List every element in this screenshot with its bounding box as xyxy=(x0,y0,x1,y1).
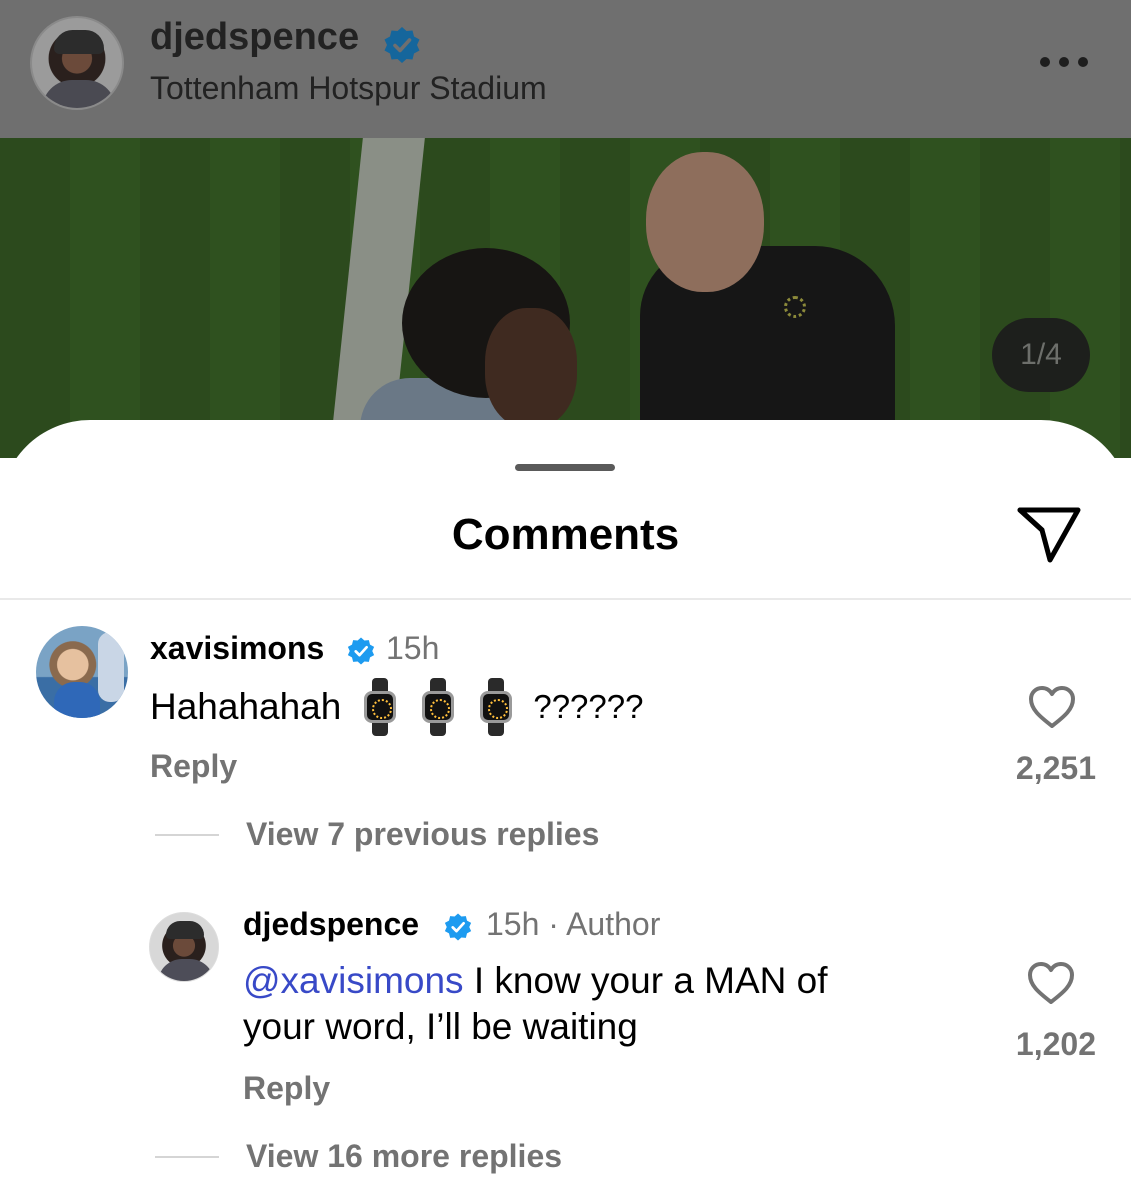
verified-badge-icon xyxy=(444,913,472,941)
watch-emoji xyxy=(479,678,513,736)
avatar-background-person xyxy=(98,632,124,702)
share-icon[interactable] xyxy=(1014,502,1084,566)
like-heart-icon[interactable] xyxy=(1027,684,1077,730)
verified-badge-icon xyxy=(384,27,420,63)
comment-text: Hahahahah ?????? xyxy=(150,678,644,736)
player-face xyxy=(485,308,577,428)
avatar-shirt xyxy=(42,80,116,108)
comment-timestamp: 15h · Author xyxy=(486,906,661,942)
comment-text-main: Hahahahah xyxy=(150,686,342,727)
like-heart-icon[interactable] xyxy=(1026,960,1076,1006)
avatar-body xyxy=(54,682,100,718)
comment-timestamp: 15h xyxy=(386,630,440,666)
more-options-icon[interactable] xyxy=(1040,52,1100,72)
post-photo[interactable]: 1/4 xyxy=(0,138,1131,458)
view-more-replies[interactable]: View 16 more replies xyxy=(246,1138,562,1175)
comments-sheet: Comments xavisimons 15h Hahahahah ??????… xyxy=(0,420,1131,1200)
comment-username[interactable]: djedspence xyxy=(243,906,419,943)
like-count: 1,202 xyxy=(1015,1026,1096,1062)
thread-line xyxy=(155,834,219,836)
sheet-drag-handle[interactable] xyxy=(515,464,615,471)
sheet-title: Comments xyxy=(451,510,680,559)
view-previous-replies[interactable]: View 7 previous replies xyxy=(246,816,599,853)
verified-badge-icon xyxy=(347,637,375,665)
thread-line xyxy=(155,1156,219,1158)
post-location[interactable]: Tottenham Hotspur Stadium xyxy=(150,70,547,107)
post-header: djedspence Tottenham Hotspur Stadium xyxy=(0,0,1131,138)
commenter-avatar[interactable] xyxy=(36,626,128,718)
author-username[interactable]: djedspence xyxy=(150,16,359,59)
like-count: 2,251 xyxy=(1015,750,1096,786)
watch-emoji xyxy=(421,678,455,736)
sponsor-logo xyxy=(784,296,806,318)
carousel-page-counter: 1/4 xyxy=(992,318,1090,392)
comment-text-line2: your word, I’ll be waiting xyxy=(243,1006,638,1047)
avatar-hat xyxy=(54,30,104,54)
watch-emoji xyxy=(363,678,397,736)
avatar-hat xyxy=(166,921,204,939)
author-avatar[interactable] xyxy=(30,16,124,110)
reply-avatar[interactable] xyxy=(149,912,219,982)
reply-button[interactable]: Reply xyxy=(243,1070,330,1107)
referee-head xyxy=(646,152,764,292)
comment-username[interactable]: xavisimons xyxy=(150,630,324,667)
comment-text-suffix: ?????? xyxy=(533,688,644,725)
comment-text-line1: I know your a MAN of xyxy=(463,960,828,1001)
sheet-divider xyxy=(0,598,1131,600)
avatar-shirt xyxy=(158,959,214,981)
reply-button[interactable]: Reply xyxy=(150,748,237,785)
comment-text: @xavisimons I know your a MAN of your wo… xyxy=(243,958,963,1050)
mention-link[interactable]: @xavisimons xyxy=(243,960,464,1001)
